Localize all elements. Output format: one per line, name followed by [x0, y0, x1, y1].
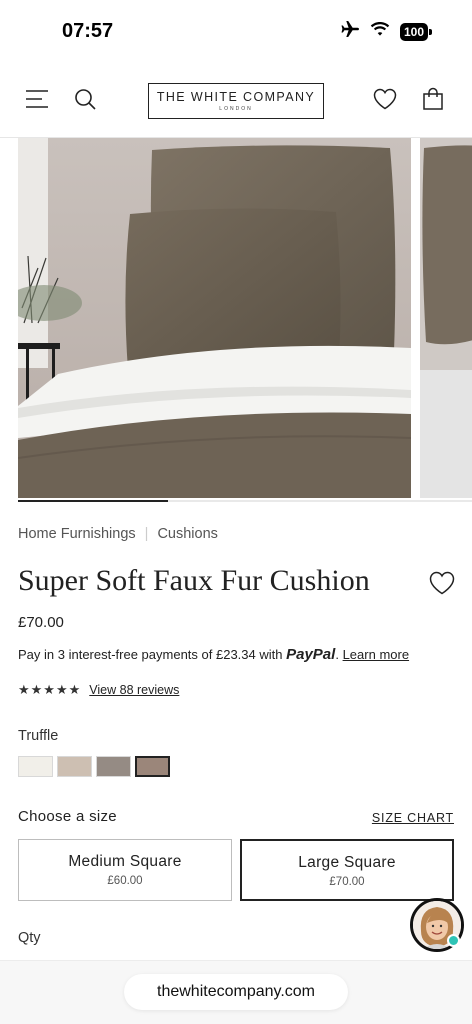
- breadcrumb-cushions[interactable]: Cushions: [157, 526, 217, 542]
- add-to-wishlist-heart-icon[interactable]: [428, 570, 456, 596]
- wifi-icon: [370, 21, 390, 42]
- size-option-medium-square[interactable]: Medium Square £60.00: [18, 839, 232, 901]
- product-image-gallery[interactable]: [18, 138, 472, 498]
- colour-swatch[interactable]: [18, 756, 53, 777]
- product-price: £70.00: [18, 614, 64, 631]
- size-option-price: £70.00: [329, 876, 365, 888]
- breadcrumb-separator: |: [144, 526, 149, 542]
- site-header: THE WHITE COMPANY LONDON: [0, 62, 472, 138]
- online-status-dot: [447, 934, 460, 947]
- menu-icon[interactable]: [24, 86, 50, 112]
- breadcrumb-home-furnishings[interactable]: Home Furnishings: [18, 526, 136, 542]
- paypal-installments: Pay in 3 interest-free payments of £23.3…: [18, 646, 409, 663]
- view-reviews-link[interactable]: View 88 reviews: [89, 683, 179, 697]
- brand-name: THE WHITE COMPANY: [156, 90, 316, 104]
- size-option-name: Medium Square: [68, 853, 182, 870]
- size-option-large-square[interactable]: Large Square £70.00: [240, 839, 454, 901]
- size-option-price: £60.00: [107, 875, 143, 887]
- size-label: Choose a size: [18, 808, 117, 825]
- colour-swatches: [18, 756, 170, 777]
- paypal-logo: PayPal: [286, 646, 336, 663]
- product-image-next[interactable]: [420, 138, 472, 498]
- breadcrumb: Home Furnishings | Cushions: [18, 526, 218, 542]
- learn-more-link[interactable]: Learn more: [343, 647, 409, 662]
- url-bar[interactable]: thewhitecompany.com: [124, 974, 348, 1010]
- shopping-bag-icon[interactable]: [420, 86, 446, 112]
- colour-swatch[interactable]: [135, 756, 170, 777]
- gallery-progress: [18, 500, 472, 502]
- quantity-label: Qty: [18, 930, 41, 946]
- colour-swatch[interactable]: [57, 756, 92, 777]
- brand-logo[interactable]: THE WHITE COMPANY LONDON: [148, 83, 324, 119]
- wishlist-icon[interactable]: [372, 86, 398, 112]
- paypal-text: Pay in 3 interest-free payments of £23.3…: [18, 647, 283, 662]
- size-chart-link[interactable]: SIZE CHART: [372, 811, 454, 825]
- status-bar: 07:57 100: [0, 0, 472, 62]
- gallery-progress-fill: [18, 500, 168, 502]
- product-title: Super Soft Faux Fur Cushion: [18, 564, 370, 597]
- battery-indicator: 100: [399, 22, 433, 41]
- search-icon[interactable]: [72, 86, 98, 112]
- brand-subtitle: LONDON: [219, 106, 253, 112]
- paypal-dot: .: [335, 647, 339, 662]
- colour-name: Truffle: [18, 728, 59, 744]
- airplane-icon: [340, 20, 360, 43]
- status-time: 07:57: [62, 20, 114, 42]
- browser-bottom-bar: thewhitecompany.com: [0, 960, 472, 1024]
- colour-swatch[interactable]: [96, 756, 131, 777]
- status-icons: 100: [340, 20, 433, 43]
- rating-summary: ★★★★★ View 88 reviews: [18, 682, 179, 698]
- size-option-name: Large Square: [298, 854, 396, 871]
- star-rating-icons: ★★★★★: [18, 682, 82, 697]
- product-image-main[interactable]: [18, 138, 411, 498]
